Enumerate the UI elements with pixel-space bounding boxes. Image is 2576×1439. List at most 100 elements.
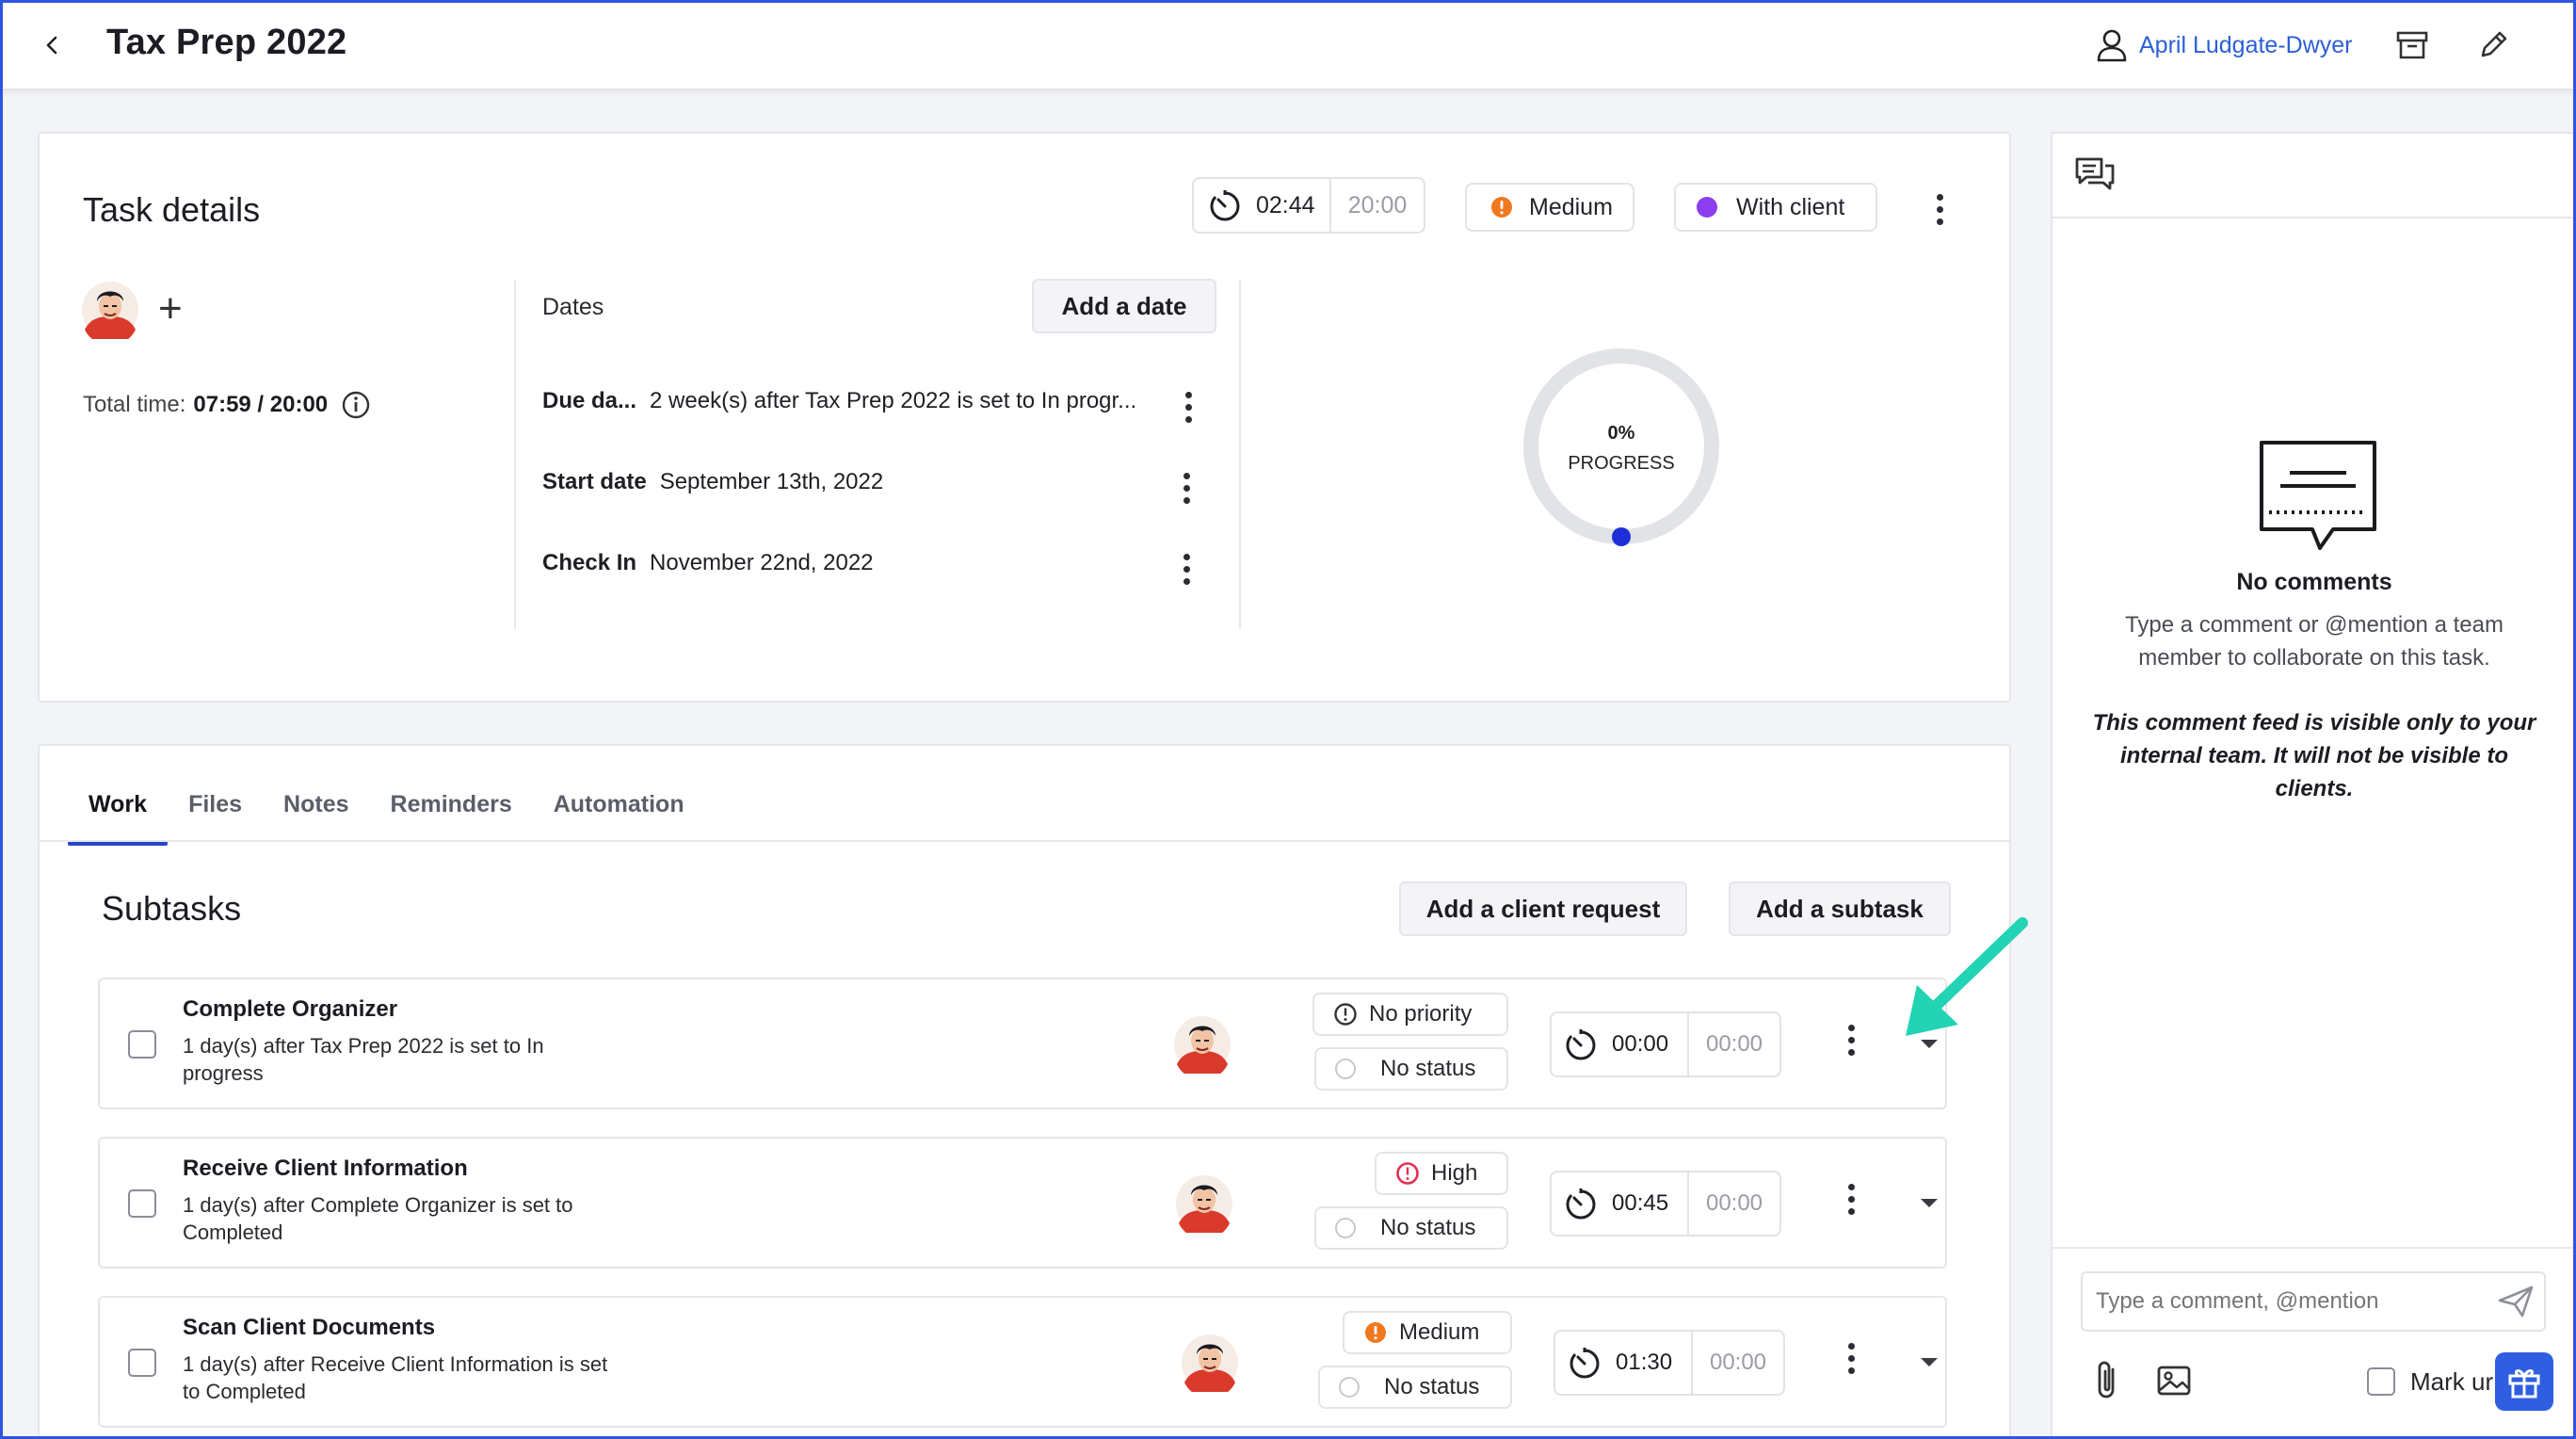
stopwatch-icon	[1210, 190, 1240, 221]
task-timer-elapsed: 02:44	[1256, 191, 1315, 218]
info-icon[interactable]	[341, 390, 371, 420]
stopwatch-icon	[1570, 1348, 1600, 1379]
add-date-button[interactable]: Add a date	[1032, 279, 1216, 333]
subtask-timer[interactable]: 00:45 00:00	[1550, 1171, 1781, 1237]
subtask-more-menu[interactable]	[1845, 1343, 1857, 1374]
edit-button[interactable]	[2472, 24, 2514, 66]
date-row-start[interactable]: Start date September 13th, 2022	[542, 469, 883, 495]
subtask-priority[interactable]: Medium	[1343, 1311, 1512, 1354]
empty-comments-note: This comment feed is visible only to you…	[2092, 710, 2536, 801]
date-more-menu[interactable]	[1183, 392, 1194, 423]
add-assignee-button[interactable]: +	[158, 288, 183, 330]
date-label: Start date	[542, 469, 647, 494]
subtask-priority[interactable]: No priority	[1312, 993, 1508, 1036]
empty-comments-title: No comments	[2236, 569, 2392, 595]
subtask-more-menu[interactable]	[1845, 1184, 1857, 1215]
date-value: September 13th, 2022	[659, 469, 884, 494]
tabs-divider	[40, 840, 2009, 842]
divider	[1239, 281, 1241, 629]
subtask-priority-label: Medium	[1399, 1319, 1480, 1345]
assignee-avatar[interactable]	[81, 281, 139, 339]
subtask-description: 1 day(s) after Receive Client Informatio…	[183, 1352, 608, 1403]
subtask-status[interactable]: No status	[1318, 1366, 1512, 1409]
dates-label: Dates	[542, 294, 604, 320]
subtask-timer[interactable]: 01:30 00:00	[1554, 1330, 1785, 1396]
subtask-assignee-avatar[interactable]	[1181, 1334, 1239, 1392]
comment-input[interactable]	[2081, 1271, 2546, 1332]
subtask-status[interactable]: No status	[1314, 1206, 1508, 1250]
subtask-timer-budget: 00:00	[1705, 1031, 1763, 1057]
date-more-menu[interactable]	[1181, 473, 1192, 504]
tab-bar: Work Files Notes Reminders Automation	[68, 791, 705, 846]
subtask-timer[interactable]: 00:00 00:00	[1550, 1011, 1781, 1077]
assigned-user-link[interactable]: April Ludgate-Dwyer	[2096, 26, 2353, 64]
subtask-checkbox[interactable]	[128, 1189, 156, 1218]
total-time-value: 07:59 / 20:00	[193, 392, 329, 417]
subtask-priority-label: High	[1431, 1160, 1478, 1186]
expand-caret-icon[interactable]	[1921, 1199, 1938, 1207]
status-dot-icon	[1697, 197, 1717, 218]
subtask-timer-elapsed: 01:30	[1616, 1350, 1673, 1375]
tab-notes[interactable]: Notes	[263, 791, 369, 844]
status-empty-icon	[1339, 1377, 1360, 1398]
comments-footer-divider	[2053, 1247, 2576, 1249]
date-row-due[interactable]: Due da... 2 week(s) after Tax Prep 2022 i…	[542, 388, 1136, 414]
send-icon[interactable]	[2497, 1285, 2535, 1318]
subtask-row[interactable]: Receive Client Information 1 day(s) afte…	[98, 1137, 1947, 1269]
comments-panel-header	[2053, 134, 2576, 218]
task-more-menu[interactable]	[1934, 194, 1945, 225]
progress-indicator-dot	[1612, 527, 1631, 546]
tab-reminders[interactable]: Reminders	[370, 791, 533, 844]
progress-caption: PROGRESS	[1568, 453, 1675, 474]
priority-dropdown[interactable]: Medium	[1465, 183, 1634, 232]
subtask-status[interactable]: No status	[1314, 1047, 1508, 1091]
subtask-priority-label: No priority	[1369, 1001, 1473, 1027]
subtask-checkbox[interactable]	[128, 1349, 156, 1377]
mark-label: Mark ur	[2410, 1367, 2494, 1396]
status-dropdown[interactable]: With client	[1674, 183, 1877, 232]
subtask-row[interactable]: Scan Client Documents 1 day(s) after Rec…	[98, 1296, 1947, 1428]
task-details-title: Task details	[83, 190, 261, 229]
paperclip-icon[interactable]	[2092, 1360, 2124, 1401]
subtask-priority[interactable]: High	[1375, 1152, 1508, 1195]
subtask-timer-budget: 00:00	[1705, 1190, 1763, 1216]
subtask-checkbox[interactable]	[128, 1030, 156, 1059]
progress-label: 0% PROGRESS	[1520, 418, 1723, 478]
date-label: Due da...	[542, 388, 637, 413]
subtask-assignee-avatar[interactable]	[1173, 1015, 1232, 1074]
archive-button[interactable]	[2391, 24, 2433, 66]
comments-panel: No comments Type a comment or @mention a…	[2051, 132, 2576, 1439]
subtask-row[interactable]: Complete Organizer 1 day(s) after Tax Pr…	[98, 978, 1947, 1109]
user-icon	[2097, 29, 2127, 62]
empty-comments-subtitle: Type a comment or @mention a team member…	[2125, 612, 2504, 671]
page-title: Tax Prep 2022	[106, 23, 347, 62]
status-label: With client	[1736, 193, 1845, 220]
user-name: April Ludgate-Dwyer	[2139, 31, 2353, 58]
tab-work[interactable]: Work	[68, 791, 169, 846]
task-timer[interactable]: 02:44 20:00	[1192, 177, 1425, 234]
mark-checkbox[interactable]	[2367, 1367, 2395, 1396]
subtask-assignee-avatar[interactable]	[1175, 1174, 1233, 1233]
subtask-title: Scan Client Documents	[183, 1315, 436, 1340]
stopwatch-icon	[1566, 1029, 1596, 1060]
back-button[interactable]	[34, 26, 72, 64]
chevron-left-icon	[46, 36, 57, 55]
subtask-more-menu[interactable]	[1845, 1025, 1857, 1056]
task-details-card: Task details 02:44 20:00 Medium With cli…	[38, 132, 2011, 703]
date-more-menu[interactable]	[1181, 554, 1192, 585]
priority-none-icon	[1334, 1003, 1357, 1026]
add-client-request-button[interactable]: Add a client request	[1399, 881, 1687, 936]
image-icon[interactable]	[2156, 1364, 2192, 1398]
comments-icon[interactable]	[2073, 154, 2117, 198]
archive-icon	[2396, 31, 2428, 59]
priority-high-icon	[1396, 1162, 1419, 1185]
tab-automation[interactable]: Automation	[533, 791, 705, 844]
tab-files[interactable]: Files	[168, 791, 263, 844]
expand-caret-icon[interactable]	[1921, 1358, 1938, 1366]
subtask-description: 1 day(s) after Tax Prep 2022 is set to I…	[183, 1034, 544, 1085]
task-timer-budget: 20:00	[1347, 191, 1408, 218]
top-bar: Tax Prep 2022 April Ludgate-Dwyer	[0, 0, 2576, 90]
date-row-check-in[interactable]: Check In November 22nd, 2022	[542, 550, 874, 576]
gift-button[interactable]	[2495, 1352, 2553, 1411]
empty-comments-illustration-icon	[2260, 441, 2376, 550]
